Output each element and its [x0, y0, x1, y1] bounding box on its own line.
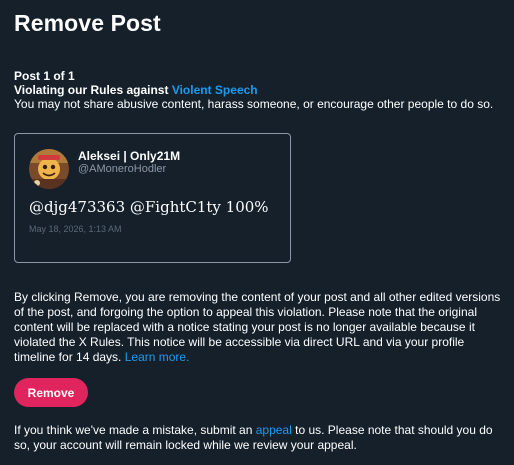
- post-card: Aleksei | Only21M @AMoneroHodler @djg473…: [14, 133, 291, 263]
- avatar-image: [29, 149, 69, 189]
- removal-explanation: By clicking Remove, you are removing the…: [14, 290, 504, 365]
- appeal-link[interactable]: appeal: [256, 423, 292, 437]
- violation-line: Violating our Rules against Violent Spee…: [14, 83, 504, 97]
- removal-explanation-text: By clicking Remove, you are removing the…: [14, 290, 501, 364]
- violation-info: Post 1 of 1 Violating our Rules against …: [14, 69, 504, 111]
- post-text: @djg473363 @FightC1ty 100%: [29, 198, 269, 216]
- post-count: Post 1 of 1: [14, 69, 75, 83]
- post-date: May 18, 2026, 1:13 AM: [29, 224, 122, 234]
- appeal-prefix: If you think we've made a mistake, submi…: [14, 423, 256, 437]
- appeal-note: If you think we've made a mistake, submi…: [14, 423, 504, 453]
- rule-description: You may not share abusive content, haras…: [14, 97, 494, 111]
- remove-button[interactable]: Remove: [14, 378, 88, 407]
- violent-speech-rule-link[interactable]: Violent Speech: [172, 83, 258, 97]
- avatar: [29, 149, 69, 189]
- author-handle: @AMoneroHodler: [78, 163, 167, 175]
- author-name: Aleksei | Only21M: [78, 149, 181, 163]
- remove-post-page: Remove Post Post 1 of 1 Violating our Ru…: [0, 0, 514, 465]
- page-title: Remove Post: [14, 10, 161, 36]
- learn-more-link[interactable]: Learn more.: [125, 350, 190, 364]
- violation-prefix: Violating our Rules against: [14, 83, 172, 97]
